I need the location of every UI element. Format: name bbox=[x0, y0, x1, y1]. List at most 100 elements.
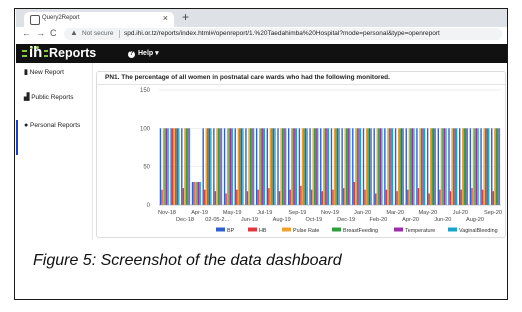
chart-bar bbox=[255, 128, 258, 205]
chart-bar bbox=[486, 128, 488, 205]
chart-bar bbox=[344, 128, 346, 205]
chart-bar bbox=[278, 191, 281, 205]
chart-bar bbox=[494, 128, 496, 205]
chart-bar bbox=[303, 128, 305, 205]
chart-bar bbox=[469, 128, 472, 205]
legend-swatch bbox=[332, 227, 341, 232]
chart-bar bbox=[164, 128, 166, 205]
chart-bar bbox=[249, 128, 252, 205]
chart-bar bbox=[167, 128, 169, 205]
chart-bar bbox=[300, 185, 302, 205]
chart-bar bbox=[488, 128, 490, 205]
chart-bar bbox=[294, 128, 296, 205]
url-text[interactable]: spd.ihi.or.tz/reports/index.html#/openre… bbox=[124, 30, 440, 37]
chart-bar bbox=[252, 128, 255, 205]
chart-bar bbox=[359, 128, 362, 205]
chart-bar bbox=[411, 128, 414, 205]
chart-bar bbox=[213, 128, 215, 205]
chart-bar bbox=[258, 128, 261, 205]
chart-bar bbox=[353, 182, 356, 205]
legend-label: VaginalBleeding bbox=[459, 228, 498, 234]
chart-bar bbox=[323, 128, 325, 205]
chart-bar bbox=[306, 128, 308, 205]
chart-bar bbox=[274, 128, 276, 205]
sidebar-item-public-reports[interactable]: ▟ Public Reports bbox=[24, 94, 84, 102]
chart-bar bbox=[387, 128, 389, 205]
browser-tab[interactable]: Query2Report × bbox=[24, 12, 174, 27]
sidebar-item-new-report[interactable]: ▮ New Report bbox=[24, 69, 84, 77]
chart-bar bbox=[257, 189, 259, 205]
x-tick-label: Jul-19 bbox=[257, 210, 272, 216]
chart-bar bbox=[185, 128, 188, 205]
chart-bar bbox=[205, 128, 207, 205]
help-label: Help ▾ bbox=[138, 50, 159, 57]
chart-bar bbox=[465, 128, 467, 205]
url-bar[interactable]: ▲ Not secure spd.ihi.or.tz/reports/index… bbox=[64, 28, 502, 40]
chart-bar bbox=[370, 128, 372, 205]
chart-bar bbox=[341, 128, 343, 205]
chart-bar bbox=[170, 128, 172, 205]
address-bar-row: ← → C ▲ Not secure spd.ihi.or.tz/reports… bbox=[16, 27, 507, 41]
x-tick-label: Sep-20 bbox=[484, 210, 502, 216]
forward-button[interactable]: → bbox=[36, 28, 45, 38]
chart-bar bbox=[362, 128, 365, 205]
x-tick-label: Jul-20 bbox=[453, 210, 468, 216]
chart-bar bbox=[472, 128, 475, 205]
chart-bar bbox=[228, 128, 230, 205]
chart-bar bbox=[390, 128, 392, 205]
chart-bar bbox=[240, 128, 243, 205]
chart-bar bbox=[263, 128, 265, 205]
chart-bar bbox=[292, 128, 294, 205]
chart-bar bbox=[368, 128, 371, 205]
reload-button[interactable]: C bbox=[50, 28, 57, 38]
chart-bar bbox=[405, 128, 407, 205]
chart-bar bbox=[355, 128, 357, 205]
x-tick-label: Apr-19 bbox=[191, 210, 208, 216]
x-tick-label: Oct-19 bbox=[305, 217, 322, 223]
chart-bar bbox=[194, 182, 197, 205]
chart-bar bbox=[272, 128, 275, 205]
security-status[interactable]: Not secure bbox=[82, 30, 113, 37]
app-logo[interactable]: ih Reports bbox=[20, 44, 112, 61]
chart-bar bbox=[391, 128, 394, 205]
back-button[interactable]: ← bbox=[22, 28, 31, 38]
x-tick-label: Nov-19 bbox=[321, 210, 339, 216]
chart-bar bbox=[236, 189, 238, 205]
chart-bar bbox=[460, 189, 462, 205]
chart-bar bbox=[423, 128, 426, 205]
logo-mark bbox=[44, 50, 48, 52]
chart-bar bbox=[481, 189, 484, 205]
help-menu[interactable]: ? Help ▾ bbox=[128, 49, 159, 58]
chart-bar bbox=[208, 128, 211, 205]
sidebar-item-label: Personal Reports bbox=[30, 122, 81, 129]
chart-bar bbox=[449, 191, 452, 205]
chart-bar bbox=[217, 128, 220, 205]
close-tab-icon[interactable]: × bbox=[163, 13, 168, 23]
chart-bar bbox=[332, 189, 334, 205]
chart-bar bbox=[266, 128, 269, 205]
y-tick-label: 50 bbox=[143, 165, 150, 171]
chart-bar bbox=[381, 128, 383, 205]
chart-bar bbox=[219, 128, 221, 205]
figure-caption: Figure 5: Screenshot of the data dashboa… bbox=[33, 252, 342, 269]
sidebar-item-personal-reports[interactable]: ● Personal Reports bbox=[24, 122, 84, 130]
chart-bar bbox=[399, 128, 401, 205]
chart-bar bbox=[161, 189, 163, 205]
chart-bar bbox=[410, 128, 412, 205]
x-tick-label: Jun-20 bbox=[434, 217, 451, 223]
chart-bar bbox=[475, 128, 478, 205]
chart-bar bbox=[175, 128, 177, 205]
legend-label: HB bbox=[259, 228, 267, 234]
chart-bar bbox=[443, 128, 446, 205]
chart-bar bbox=[269, 128, 272, 205]
x-tick-label: Dec-18 bbox=[176, 217, 194, 223]
chart-bar bbox=[230, 128, 232, 205]
chart-bar bbox=[225, 193, 227, 205]
new-tab-button[interactable]: + bbox=[182, 10, 189, 24]
chart-bar bbox=[324, 128, 327, 205]
chart-bar bbox=[445, 128, 447, 205]
chart-bar bbox=[304, 128, 307, 205]
x-tick-label: Mar-20 bbox=[386, 210, 404, 216]
chart-bar bbox=[401, 128, 403, 205]
chart-bar bbox=[159, 128, 162, 205]
